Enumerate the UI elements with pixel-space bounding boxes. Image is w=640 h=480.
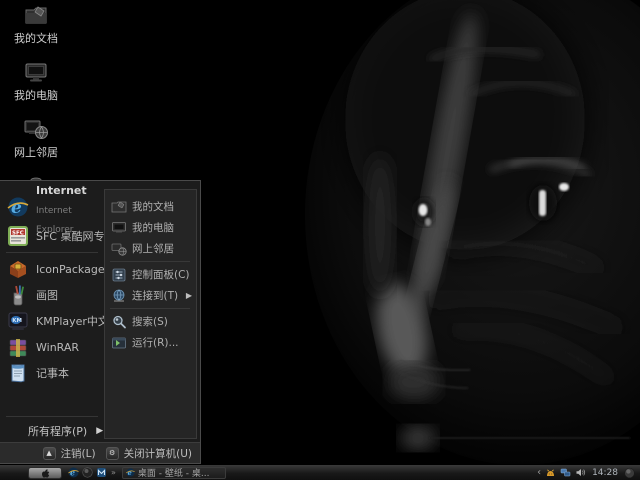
menu-item-title: 连接到(T) [132, 288, 181, 303]
my-documents-icon [23, 2, 49, 28]
menu-item-internet[interactable]: e Internet Internet Explorer [4, 191, 104, 223]
menu-item-title: IconPackager [36, 263, 109, 276]
all-programs-button[interactable]: 所有程序(P) ▶ [4, 420, 104, 442]
paint-icon [6, 283, 30, 307]
menu-item-title: 我的电脑 [132, 220, 196, 235]
taskbar-window-button[interactable]: e 桌面 - 壁纸 - 桌... [122, 467, 226, 479]
internet-explorer-icon: e [6, 195, 30, 219]
start-menu-footer: ▲ 注销(L) ⚙ 关闭计算机(U) [0, 442, 200, 463]
start-menu: e Internet Internet Explorer SFC SFC 桌酷网… [0, 180, 201, 464]
control-panel-icon [110, 266, 127, 283]
menu-item-title: 记事本 [36, 365, 69, 381]
shut-down-icon: ⚙ [106, 447, 119, 460]
svg-text:e: e [128, 469, 132, 477]
desktop-icon-label: 我的电脑 [14, 87, 58, 103]
menu-separator [6, 416, 98, 417]
chevron-right-icon: ▶ [186, 291, 196, 300]
apple-logo-icon [41, 468, 50, 478]
menu-item-run[interactable]: 运行(R)... [110, 332, 196, 353]
shut-down-label: 关闭计算机(U) [124, 446, 192, 461]
pet-widget-icon[interactable] [545, 467, 556, 478]
notepad-icon [6, 361, 30, 385]
menu-item-title: Internet [36, 184, 87, 197]
volume-icon[interactable] [575, 467, 586, 478]
iconpackager-icon [6, 257, 30, 281]
internet-explorer-icon[interactable]: e [68, 467, 79, 478]
start-menu-left-column: e Internet Internet Explorer SFC SFC 桌酷网… [0, 181, 104, 442]
menu-item-my-computer[interactable]: 我的电脑 [110, 217, 196, 238]
menu-item-control-panel[interactable]: 控制面板(C) [110, 264, 196, 285]
desktop-icon-my-documents[interactable]: 我的文档 [2, 2, 70, 46]
desktop-icon-label: 网上邻居 [14, 144, 58, 160]
quick-launch-bar: e » [68, 467, 116, 478]
menu-separator [110, 261, 190, 262]
all-programs-label: 所有程序(P) [28, 423, 87, 439]
menu-item-network-places[interactable]: 网上邻居 [110, 238, 196, 259]
search-icon [110, 313, 127, 330]
menu-item-kmplayer[interactable]: KM KMPlayer中文版 [4, 308, 104, 334]
show-desktop-icon[interactable] [82, 467, 93, 478]
svg-text:e: e [70, 468, 75, 478]
menu-item-title: 控制面板(C) [132, 267, 196, 282]
menu-item-title: 搜索(S) [132, 314, 196, 329]
desktop-icon-label: 我的文档 [14, 30, 58, 46]
connect-to-icon [110, 287, 127, 304]
menu-spacer [4, 386, 104, 413]
network-places-icon [110, 240, 127, 257]
menu-item-my-documents[interactable]: 我的文档 [110, 196, 196, 217]
my-computer-icon [23, 59, 49, 85]
start-menu-right-column: 我的文档 我的电脑 网上邻居 [104, 189, 197, 439]
quick-launch-overflow-chevron[interactable]: » [111, 468, 116, 477]
desktop-icon-network-places[interactable]: 网上邻居 [2, 116, 70, 160]
tray-collapse-chevron[interactable]: ‹ [537, 468, 541, 478]
network-status-icon[interactable] [560, 467, 571, 478]
taskbar-clock[interactable]: 14:28 [590, 468, 620, 478]
start-menu-body: e Internet Internet Explorer SFC SFC 桌酷网… [0, 181, 200, 442]
menu-item-connect-to[interactable]: 连接到(T) ▶ [110, 285, 196, 306]
taskbar-window-title: 桌面 - 壁纸 - 桌... [138, 467, 210, 479]
desktop: 我的文档 我的电脑 网上邻居 e [0, 0, 640, 480]
svg-text:e: e [11, 198, 22, 218]
chevron-right-icon: ▶ [96, 426, 103, 436]
svg-text:KM: KM [12, 318, 22, 324]
msn-icon[interactable] [96, 467, 107, 478]
menu-separator [6, 252, 98, 253]
log-off-icon: ▲ [43, 447, 56, 460]
menu-item-paint[interactable]: 画图 [4, 282, 104, 308]
run-icon [110, 334, 127, 351]
log-off-button[interactable]: ▲ 注销(L) [43, 446, 96, 461]
desktop-orb-icon[interactable] [624, 467, 635, 478]
winrar-icon [6, 335, 30, 359]
my-computer-icon [110, 219, 127, 236]
menu-item-notepad[interactable]: 记事本 [4, 360, 104, 386]
my-documents-icon [110, 198, 127, 215]
start-button[interactable] [28, 467, 62, 479]
desktop-icon-my-computer[interactable]: 我的电脑 [2, 59, 70, 103]
taskbar: e » e 桌面 - 壁纸 - 桌... ‹ [0, 464, 640, 480]
log-off-label: 注销(L) [61, 446, 96, 461]
kmplayer-icon: KM [6, 309, 30, 333]
network-places-icon [23, 116, 49, 142]
menu-item-title: 我的文档 [132, 199, 196, 214]
svg-text:SFC: SFC [12, 230, 24, 236]
menu-item-title: 运行(R)... [132, 335, 196, 350]
menu-item-sfc[interactable]: SFC SFC 桌酷网专用版 [4, 223, 104, 249]
menu-item-search[interactable]: 搜索(S) [110, 311, 196, 332]
menu-item-title: 网上邻居 [132, 241, 196, 256]
system-tray: ‹ 14:28 [537, 467, 640, 478]
menu-item-winrar[interactable]: WinRAR [4, 334, 104, 360]
menu-item-iconpackager[interactable]: IconPackager [4, 256, 104, 282]
sfc-icon: SFC [6, 224, 30, 248]
internet-explorer-icon: e [126, 468, 135, 477]
menu-separator [110, 308, 190, 309]
menu-item-title: 画图 [36, 287, 58, 303]
menu-item-title: WinRAR [36, 341, 79, 354]
shut-down-button[interactable]: ⚙ 关闭计算机(U) [106, 446, 192, 461]
